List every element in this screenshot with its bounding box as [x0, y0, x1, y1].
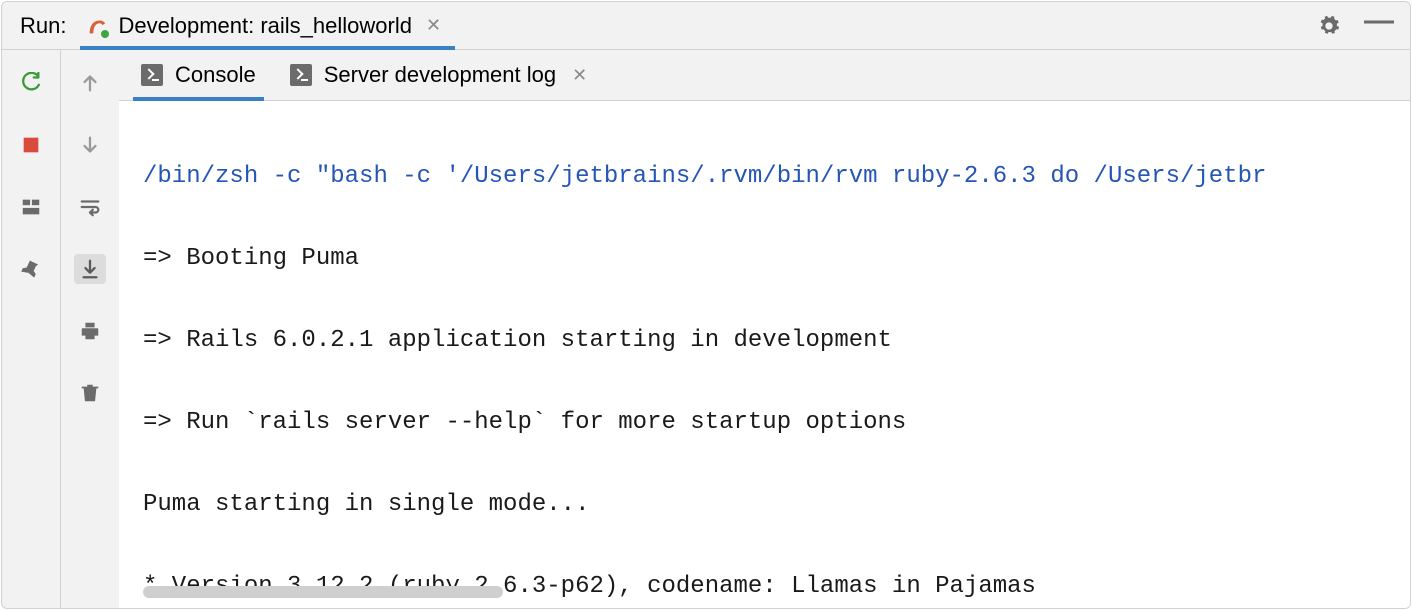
- print-button[interactable]: [74, 316, 106, 346]
- console-line: => Rails 6.0.2.1 application starting in…: [143, 320, 1410, 361]
- console-tabs: Console Server development log ✕: [119, 50, 1410, 101]
- run-label: Run:: [20, 13, 66, 39]
- terminal-icon: [290, 64, 312, 86]
- gear-icon[interactable]: [1314, 11, 1344, 41]
- console-output[interactable]: /bin/zsh -c "bash -c '/Users/jetbrains/.…: [119, 101, 1410, 608]
- tab-console[interactable]: Console: [133, 50, 264, 100]
- minimize-icon[interactable]: —: [1358, 14, 1400, 38]
- run-config-tab[interactable]: Development: rails_helloworld ✕: [80, 2, 455, 49]
- tab-console-label: Console: [175, 62, 256, 88]
- console-line: Puma starting in single mode...: [143, 484, 1410, 525]
- tab-server-log[interactable]: Server development log ✕: [282, 50, 599, 100]
- run-config-tab-label: Development: rails_helloworld: [118, 13, 411, 39]
- soft-wrap-button[interactable]: [74, 192, 106, 222]
- tab-server-log-label: Server development log: [324, 62, 556, 88]
- pin-button[interactable]: [15, 254, 47, 284]
- horizontal-scrollbar[interactable]: [143, 586, 503, 598]
- console-line: => Booting Puma: [143, 238, 1410, 279]
- close-icon[interactable]: ✕: [422, 11, 445, 40]
- scroll-to-end-button[interactable]: [74, 254, 106, 284]
- rails-icon: [86, 15, 108, 37]
- stop-button[interactable]: [15, 130, 47, 160]
- layout-button[interactable]: [15, 192, 47, 222]
- up-arrow-icon[interactable]: [74, 68, 106, 98]
- run-actions-toolbar: [2, 50, 61, 608]
- run-tool-window: Run: Development: rails_helloworld ✕ —: [1, 1, 1411, 609]
- down-arrow-icon[interactable]: [74, 130, 106, 160]
- console-toolbar: [61, 50, 119, 608]
- close-icon[interactable]: ✕: [568, 61, 591, 90]
- titlebar: Run: Development: rails_helloworld ✕ —: [2, 2, 1410, 50]
- terminal-icon: [141, 64, 163, 86]
- rerun-button[interactable]: [15, 68, 47, 98]
- console-line: /bin/zsh -c "bash -c '/Users/jetbrains/.…: [143, 156, 1410, 197]
- console-line: => Run `rails server --help` for more st…: [143, 402, 1410, 443]
- trash-button[interactable]: [74, 378, 106, 408]
